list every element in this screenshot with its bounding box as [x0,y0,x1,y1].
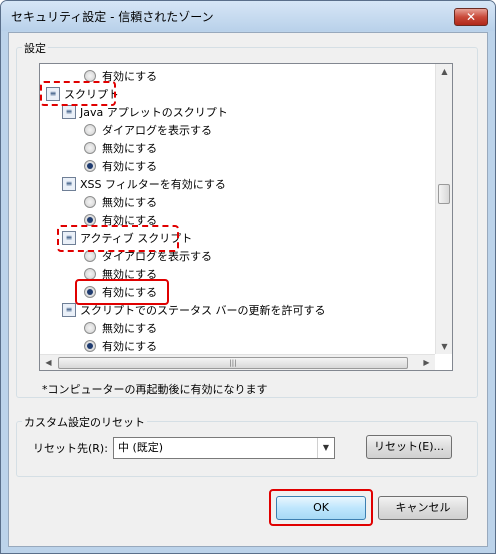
script-settings-icon: ≡ [62,303,76,317]
radio-unchecked-icon[interactable] [84,196,96,208]
reset-level-select[interactable]: 中 (既定) ▼ [113,437,335,459]
window-title: セキュリティ設定 - 信頼されたゾーン [11,10,214,24]
radio-unchecked-icon[interactable] [84,142,96,154]
reset-level-value: 中 (既定) [118,441,164,454]
tree-radio-option[interactable]: 無効にする [84,194,157,211]
tree-item-label: スクリプトでのステータス バーの更新を許可する [80,304,326,317]
reset-group-label: カスタム設定のリセット [22,414,147,430]
scroll-down-icon[interactable]: ▼ [436,342,452,351]
tree-item-label: 無効にする [102,196,158,209]
reset-to-label: リセット先(R): [33,442,108,455]
tree-item-label: 無効にする [102,322,158,335]
tree-radio-option[interactable]: 無効にする [84,140,157,157]
scroll-up-icon[interactable]: ▲ [436,67,452,76]
scroll-grip-icon: ||| [229,359,237,367]
cancel-button[interactable]: キャンセル [378,496,468,520]
close-button[interactable]: ✕ [454,8,488,26]
tree-item-label: 有効にする [102,340,158,353]
reset-button[interactable]: リセット(E)... [366,435,452,459]
scroll-left-icon[interactable]: ◀ [40,358,57,367]
ok-button[interactable]: OK [276,496,366,520]
vertical-scroll-thumb[interactable] [438,184,450,204]
restart-note: *コンピューターの再起動後に有効になります [42,383,268,396]
radio-checked-icon[interactable] [84,160,96,172]
tree-item-label: 無効にする [102,142,158,155]
highlight-script-category [40,81,116,106]
radio-unchecked-icon[interactable] [84,124,96,136]
chevron-down-icon[interactable]: ▼ [317,438,334,458]
tree-radio-option[interactable]: 有効にする [84,338,157,355]
highlight-enable-option [75,279,169,305]
settings-group-label: 設定 [22,40,48,56]
radio-unchecked-icon[interactable] [84,322,96,334]
tree-item-label: 有効にする [102,160,158,173]
tree-radio-option[interactable]: 有効にする [84,158,157,175]
title-bar[interactable]: セキュリティ設定 - 信頼されたゾーン ✕ [1,1,495,31]
settings-tree-list[interactable]: 有効にする ≡ スクリプト ≡ Java アプレットのスクリプト ダイアログを表示する 無効… [39,63,453,371]
tree-setting[interactable]: ≡ Java アプレットのスクリプト [62,104,228,121]
script-settings-icon: ≡ [62,177,76,191]
tree-radio-option[interactable]: 無効にする [84,320,157,337]
tree-item-label: Java アプレットのスクリプト [80,106,228,119]
vertical-scrollbar[interactable]: ▲ ▼ [435,64,452,354]
tree-radio-option[interactable]: ダイアログを表示する [84,122,212,139]
radio-checked-icon[interactable] [84,340,96,352]
scroll-right-icon[interactable]: ▶ [418,358,435,367]
tree-item-label: ダイアログを表示する [102,124,212,137]
tree-item-label: XSS フィルターを有効にする [80,178,226,191]
script-settings-icon: ≡ [62,105,76,119]
horizontal-scrollbar[interactable]: ◀ ||| ▶ [40,354,435,370]
horizontal-scroll-thumb[interactable]: ||| [58,357,408,369]
tree-setting[interactable]: ≡ XSS フィルターを有効にする [62,176,226,193]
highlight-active-script [57,225,179,252]
